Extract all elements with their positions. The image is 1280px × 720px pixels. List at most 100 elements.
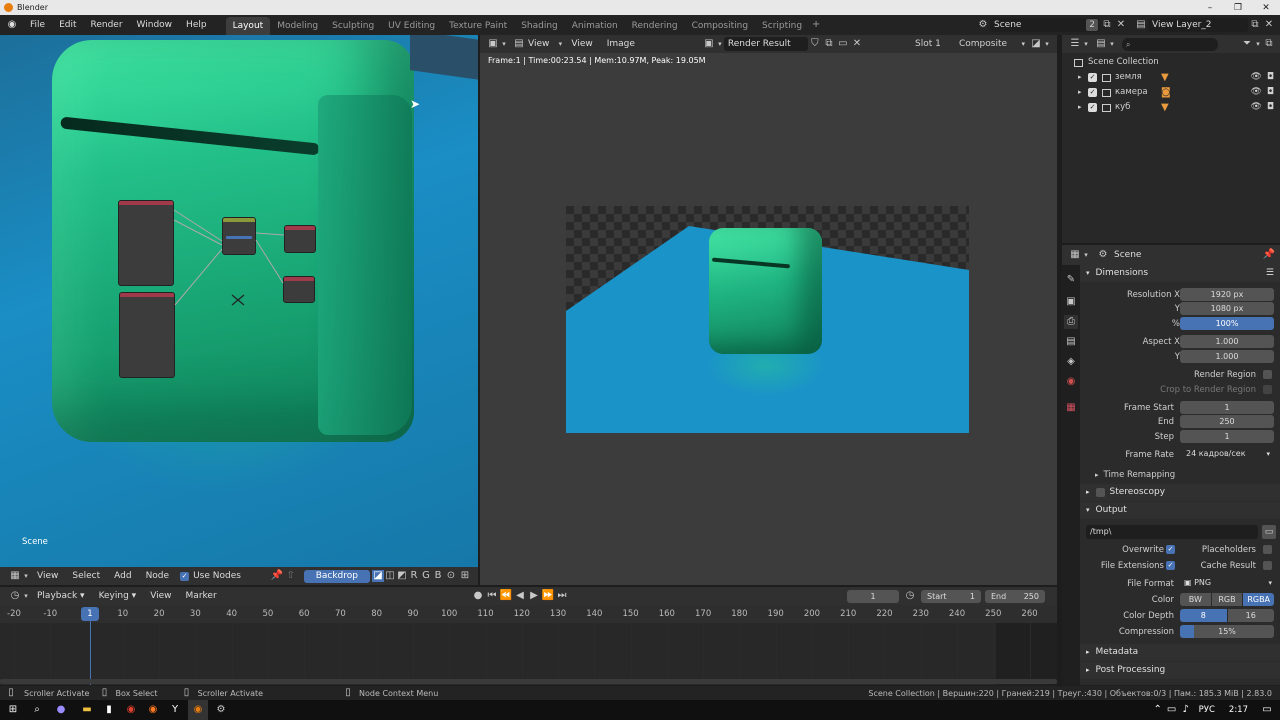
timeline-menu-keying[interactable]: Keying ▾ [92, 587, 144, 605]
backdrop-x-icon[interactable]: B [432, 569, 444, 583]
output-path-field[interactable]: /tmp\ [1086, 525, 1258, 539]
open-image-icon[interactable]: ▭ [836, 37, 850, 51]
backdrop-g-icon[interactable]: ◩ [396, 569, 408, 583]
editor-type-icon[interactable]: ▦ [8, 569, 22, 583]
new-scene-icon[interactable]: ⧉ [1100, 18, 1114, 32]
image-menu-image[interactable]: Image [600, 35, 642, 53]
outliner-item[interactable]: ▸ ✓ камера ◙ 👁 ◘ [1062, 85, 1280, 100]
snap-type-icon[interactable]: ⊞ [458, 569, 472, 583]
menu-file[interactable]: File [23, 16, 52, 34]
outliner-type-icon[interactable]: ☰ [1068, 37, 1082, 51]
aspect-x-field[interactable]: 1.000 [1180, 335, 1274, 348]
menu-help[interactable]: Help [179, 16, 214, 34]
presets-icon[interactable]: ☰ [1266, 265, 1274, 282]
expand-arrow-icon[interactable]: ▸ [1078, 70, 1088, 85]
tab-compositing[interactable]: Compositing [685, 17, 755, 35]
scene-collection-row[interactable]: Scene Collection [1062, 55, 1280, 70]
notifications-icon[interactable]: ▭ [1260, 703, 1274, 717]
frame-start-field[interactable]: 1 [1180, 401, 1274, 414]
network-icon[interactable]: ▭ [1165, 703, 1179, 717]
new-image-icon[interactable]: ⧉ [822, 37, 836, 51]
exclude-checkbox[interactable]: ✓ [1088, 88, 1097, 97]
delete-scene-icon[interactable]: ✕ [1114, 18, 1128, 32]
stereoscopy-panel-header[interactable]: ▸ Stereoscopy [1080, 484, 1280, 501]
cache-result-checkbox[interactable] [1263, 561, 1272, 570]
exclude-checkbox[interactable]: ✓ [1088, 73, 1097, 82]
jump-end-icon[interactable]: ⏭ [555, 589, 569, 603]
minimize-button[interactable]: – [1196, 3, 1224, 13]
parent-icon[interactable]: ⇧ [284, 569, 298, 583]
view-layer-selector[interactable]: View Layer_2 [1148, 18, 1248, 32]
language-indicator[interactable]: РУС [1199, 705, 1215, 715]
time-remapping-subpanel[interactable]: ▸ Time Remapping [1095, 470, 1175, 480]
backdrop-a-icon[interactable]: G [420, 569, 432, 583]
fake-user-icon[interactable]: ⛉ [808, 37, 822, 51]
post-processing-panel-header[interactable]: ▸ Post Processing [1080, 662, 1280, 679]
menu-render[interactable]: Render [84, 16, 130, 34]
file-format-dropdown[interactable]: ▣ PNG ▾ [1180, 576, 1276, 590]
unlink-image-icon[interactable]: ✕ [850, 37, 864, 51]
record-icon[interactable]: ● [471, 589, 485, 603]
play-reverse-icon[interactable]: ◀ [513, 589, 527, 603]
display-channels-icon[interactable]: ◪ [1029, 37, 1043, 51]
tool-tab-icon[interactable]: ✎ [1064, 273, 1078, 287]
timeline-type-icon[interactable]: ◷ [8, 589, 22, 603]
pass-dropdown[interactable]: Composite ▾ [955, 37, 1029, 51]
output-tab-icon[interactable]: ⎙ [1064, 315, 1078, 329]
render-camera-icon[interactable]: ◘ [1267, 85, 1274, 100]
play-icon[interactable]: ▶ [527, 589, 541, 603]
windows-start-icon[interactable]: ⊞ [6, 703, 20, 717]
res-x-field[interactable]: 1920 px [1180, 288, 1274, 301]
node-menu-node[interactable]: Node [139, 567, 177, 585]
visibility-eye-icon[interactable]: 👁 [1250, 100, 1261, 115]
tab-sculpting[interactable]: Sculpting [325, 17, 381, 35]
image-browse-icon[interactable]: ▣ [702, 37, 716, 51]
blender-menu-icon[interactable]: ◉ [5, 18, 19, 32]
dimensions-panel-header[interactable]: ▾ Dimensions ☰ [1080, 265, 1280, 282]
folder-icon[interactable]: ▭ [1262, 525, 1276, 539]
timeline-menu-marker[interactable]: Marker [179, 587, 224, 605]
menu-window[interactable]: Window [130, 16, 180, 34]
settings-taskbar-icon[interactable]: ⚙ [214, 703, 228, 717]
view-mode-icon[interactable]: ▤ [512, 37, 526, 51]
outliner-search-input[interactable]: ⌕ [1122, 37, 1218, 51]
world-tab-icon[interactable]: ◉ [1064, 375, 1078, 389]
new-view-layer-icon[interactable]: ⧉ [1248, 18, 1262, 32]
start-frame-field[interactable]: Start 1 [921, 589, 981, 603]
node-menu-view[interactable]: View [30, 567, 65, 585]
chrome-icon[interactable]: ◉ [124, 703, 138, 717]
depth-16-button[interactable]: 16 [1227, 609, 1274, 622]
node-editor-area[interactable]: ➤ Scene [0, 35, 478, 567]
cortana-icon[interactable]: ● [54, 703, 68, 717]
image-view-dropdown[interactable]: View [526, 35, 556, 53]
playhead-line[interactable] [90, 619, 91, 685]
res-pct-field[interactable]: 100% [1180, 317, 1274, 330]
frame-end-field[interactable]: 250 [1180, 415, 1274, 428]
frame-step-field[interactable]: 1 [1180, 430, 1274, 443]
clock[interactable]: 2:17 [1229, 705, 1248, 715]
image-name-field[interactable]: Render Result [723, 37, 808, 51]
tab-animation[interactable]: Animation [565, 17, 625, 35]
metadata-panel-header[interactable]: ▸ Metadata [1080, 644, 1280, 661]
notepad-icon[interactable]: ▮ [102, 703, 116, 717]
slot-dropdown[interactable]: Slot 1 [911, 37, 955, 51]
color-rgba-button[interactable]: RGBA [1243, 593, 1275, 606]
new-collection-icon[interactable]: ⧉ [1262, 37, 1276, 51]
properties-type-icon[interactable]: ▦ [1068, 248, 1082, 262]
depth-8-button[interactable]: 8 [1180, 609, 1227, 622]
expand-arrow-icon[interactable]: ▸ [1078, 100, 1088, 115]
outliner-item[interactable]: ▸ ✓ земля ▼ 👁 ◘ [1062, 70, 1280, 85]
use-nodes-checkbox[interactable]: ✓ [180, 571, 190, 581]
filter-icon[interactable]: ⏷ [1240, 37, 1254, 51]
timeline-scrollbar[interactable] [0, 679, 1057, 684]
res-y-field[interactable]: 1080 px [1180, 302, 1274, 315]
expand-arrow-icon[interactable]: ▸ [1078, 85, 1088, 100]
scene-icon[interactable]: ⚙ [976, 18, 990, 32]
tab-texture-paint[interactable]: Texture Paint [442, 17, 514, 35]
image-editor-area[interactable]: Frame:1 | Time:00:23.54 | Mem:10.97M, Pe… [480, 53, 1057, 585]
jump-keyframe-back-icon[interactable]: ⏪ [499, 589, 513, 603]
current-frame-field[interactable]: 1 [847, 589, 899, 603]
view-layer-icon[interactable]: ▤ [1134, 18, 1148, 32]
overwrite-checkbox[interactable]: ✓ [1166, 545, 1175, 554]
tab-modeling[interactable]: Modeling [270, 17, 325, 35]
